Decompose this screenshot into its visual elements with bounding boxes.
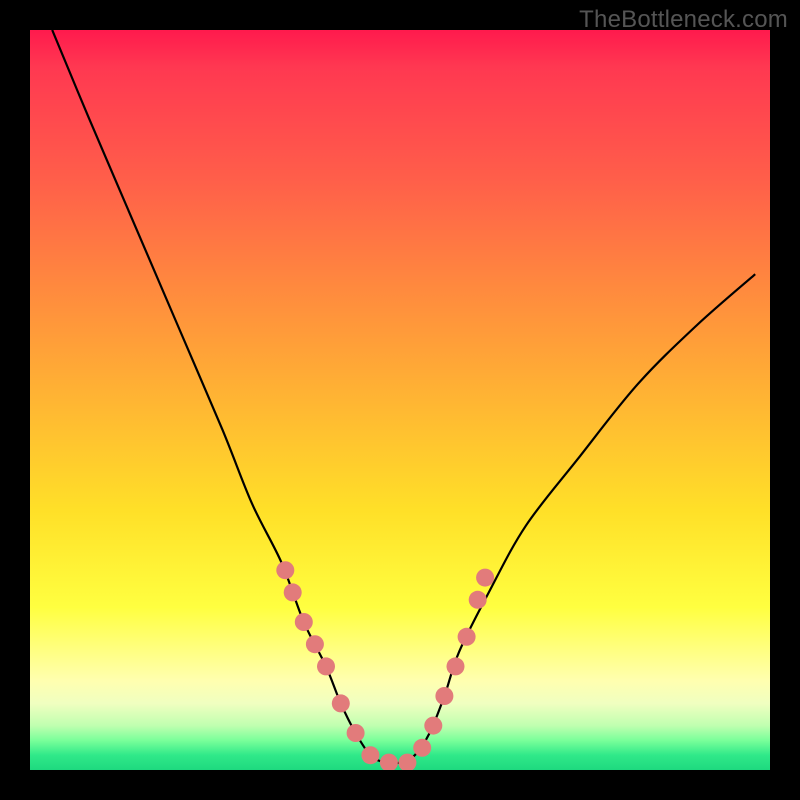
marker-point <box>458 628 476 646</box>
chart-svg <box>30 30 770 770</box>
bottleneck-curve <box>52 30 755 764</box>
marker-group <box>276 561 494 770</box>
marker-point <box>276 561 294 579</box>
marker-point <box>469 591 487 609</box>
watermark-text: TheBottleneck.com <box>579 6 788 34</box>
marker-point <box>332 694 350 712</box>
marker-point <box>347 724 365 742</box>
marker-point <box>380 754 398 770</box>
marker-point <box>317 657 335 675</box>
marker-point <box>447 657 465 675</box>
chart-plot-area <box>30 30 770 770</box>
marker-point <box>284 583 302 601</box>
marker-point <box>435 687 453 705</box>
marker-point <box>295 613 313 631</box>
marker-point <box>413 739 431 757</box>
marker-point <box>476 569 494 587</box>
marker-point <box>361 746 379 764</box>
marker-point <box>424 717 442 735</box>
marker-point <box>306 635 324 653</box>
